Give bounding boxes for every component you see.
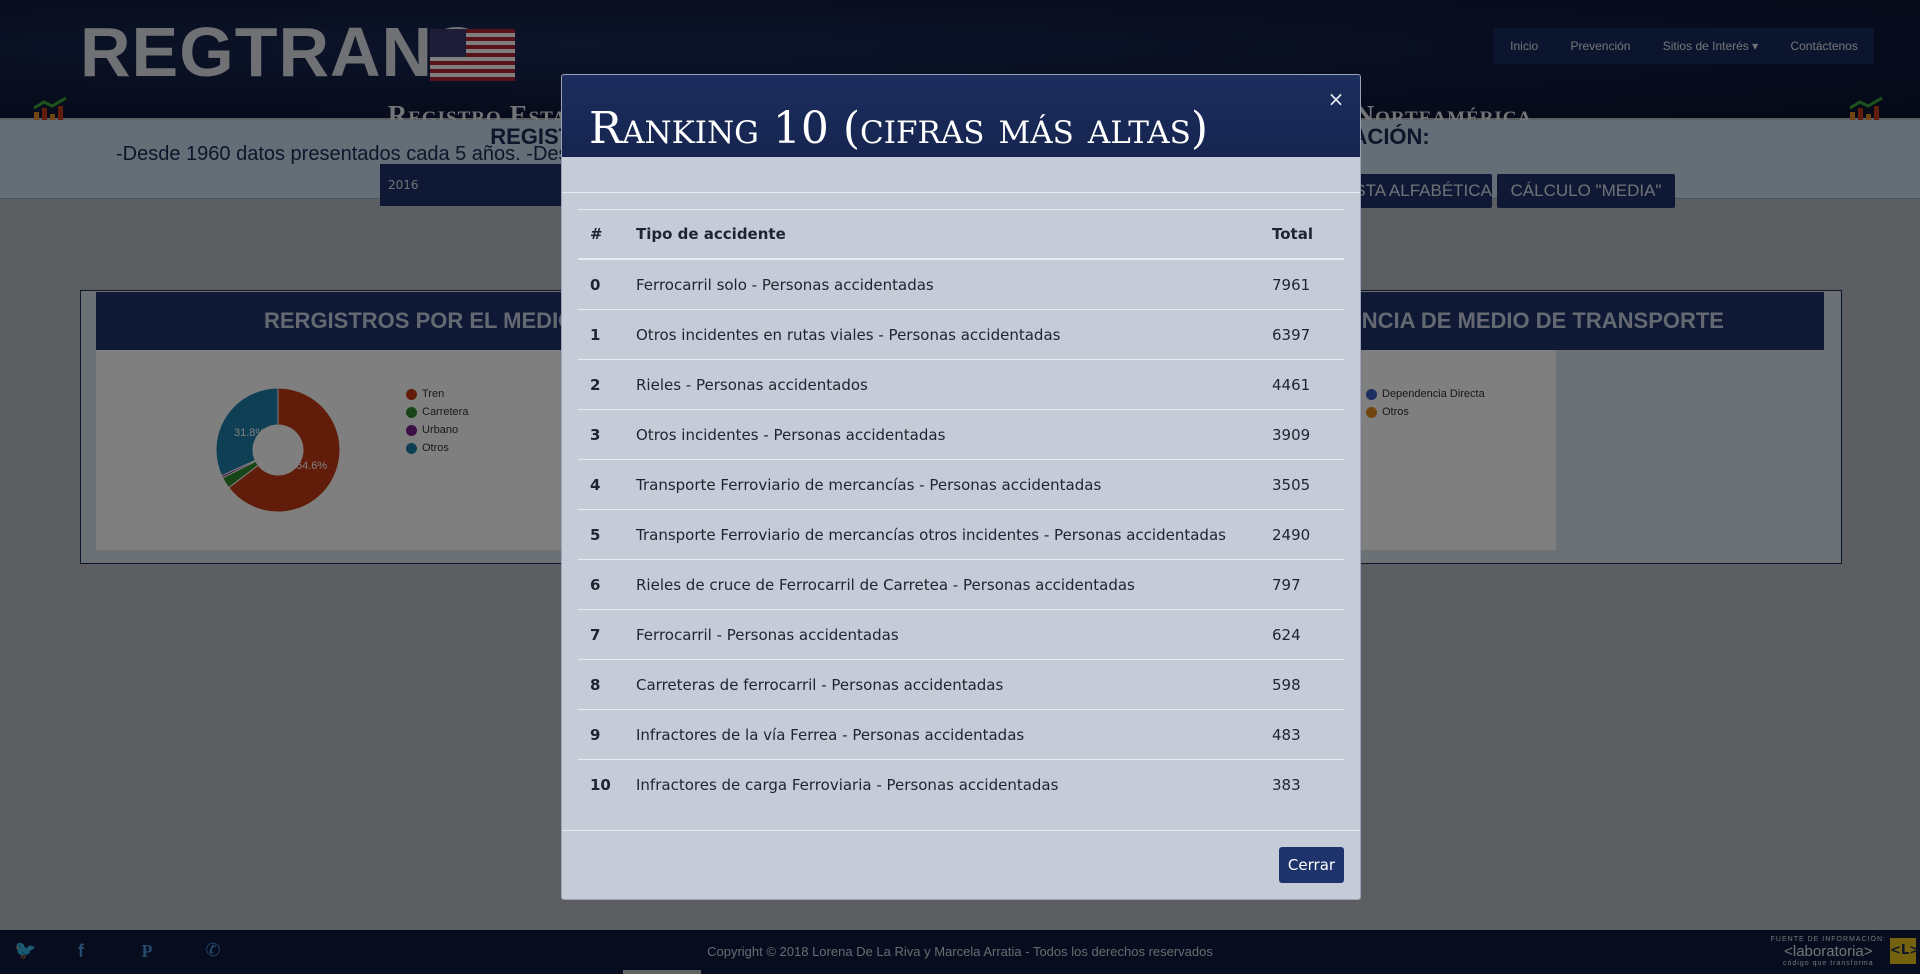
row-total: 3909: [1272, 425, 1311, 444]
table-row: 8 Carreteras de ferrocarril - Personas ac…: [578, 660, 1344, 710]
table-row: 3 Otros incidentes - Personas accidentada…: [578, 410, 1344, 460]
table-row: 4 Transporte Ferroviario de mercancías - …: [578, 460, 1344, 510]
modal-header: Ranking 10 (cifras más altas) ×: [562, 75, 1360, 157]
row-tipo: Transporte Ferroviario de mercancías - P…: [636, 475, 1102, 494]
row-number: 1: [590, 325, 601, 344]
row-number: 5: [590, 525, 601, 544]
ranking-table: # Tipo de accidente Total 0 Ferrocarril s…: [578, 209, 1344, 809]
row-tipo: Rieles - Personas accidentados: [636, 375, 868, 394]
table-row: 2 Rieles - Personas accidentados 4461: [578, 360, 1344, 410]
table-row: 6 Rieles de cruce de Ferrocarril de Carre…: [578, 560, 1344, 610]
table-row: 5 Transporte Ferroviario de mercancías ot…: [578, 510, 1344, 560]
row-total: 797: [1272, 575, 1301, 594]
modal-footer-divider: [562, 830, 1360, 831]
row-total: 7961: [1272, 275, 1311, 294]
row-tipo: Carreteras de ferrocarril - Personas acc…: [636, 675, 1004, 694]
row-tipo: Infractores de la vía Ferrea - Personas …: [636, 725, 1025, 744]
row-tipo: Otros incidentes - Personas accidentadas: [636, 425, 946, 444]
row-total: 4461: [1272, 375, 1311, 394]
row-number: 4: [590, 475, 601, 494]
table-row: 7 Ferrocarril - Personas accidentadas 624: [578, 610, 1344, 660]
row-tipo: Rieles de cruce de Ferrocarril de Carret…: [636, 575, 1135, 594]
row-number: 3: [590, 425, 601, 444]
row-tipo: Ferrocarril - Personas accidentadas: [636, 625, 899, 644]
row-total: 3505: [1272, 475, 1311, 494]
table-row: 10 Infractores de carga Ferroviaria - Per…: [578, 760, 1344, 809]
modal-title: Ranking 10 (cifras más altas): [589, 103, 1209, 154]
col-header-total: Total: [1272, 224, 1313, 243]
table-row: 9 Infractores de la vía Ferrea - Personas…: [578, 710, 1344, 760]
row-tipo: Ferrocarril solo - Personas accidentadas: [636, 275, 934, 294]
row-number: 8: [590, 675, 601, 694]
row-number: 2: [590, 375, 601, 394]
table-row: 1 Otros incidentes en rutas viales - Pers…: [578, 310, 1344, 360]
table-row: 0 Ferrocarril solo - Personas accidentada…: [578, 260, 1344, 310]
row-tipo: Infractores de carga Ferroviaria - Perso…: [636, 775, 1059, 794]
modal-divider: [562, 192, 1360, 193]
row-total: 2490: [1272, 525, 1311, 544]
row-tipo: Transporte Ferroviario de mercancías otr…: [636, 525, 1226, 544]
row-total: 598: [1272, 675, 1301, 694]
close-button[interactable]: Cerrar: [1279, 847, 1344, 883]
row-number: 9: [590, 725, 601, 744]
row-number: 6: [590, 575, 601, 594]
row-number: 0: [590, 275, 601, 294]
row-total: 383: [1272, 775, 1301, 794]
ranking-modal: Ranking 10 (cifras más altas) × # Tipo d…: [561, 74, 1361, 900]
col-header-number: #: [590, 224, 603, 243]
row-total: 624: [1272, 625, 1301, 644]
row-number: 10: [590, 775, 611, 794]
table-header-row: # Tipo de accidente Total: [578, 209, 1344, 260]
row-total: 6397: [1272, 325, 1311, 344]
row-total: 483: [1272, 725, 1301, 744]
row-tipo: Otros incidentes en rutas viales - Perso…: [636, 325, 1061, 344]
close-icon[interactable]: ×: [1326, 89, 1346, 109]
row-number: 7: [590, 625, 601, 644]
col-header-tipo: Tipo de accidente: [636, 224, 786, 243]
